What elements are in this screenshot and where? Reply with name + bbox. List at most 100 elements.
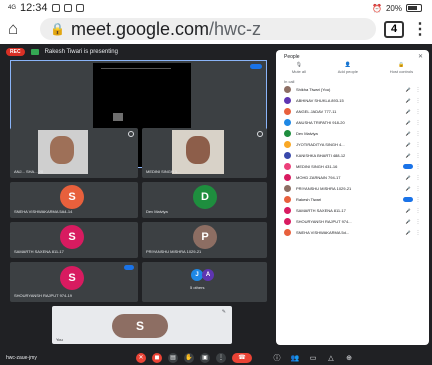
menu-icon[interactable]: ⋮ <box>412 19 428 39</box>
participant-row[interactable]: ANGEL JADAV 777-11 🎤 ⋮ <box>276 106 429 117</box>
more-options-icon[interactable]: ⋮ <box>415 208 421 214</box>
participant-name: ANGEL JADAV 777-11 <box>296 109 337 114</box>
participant-avatar <box>284 119 291 126</box>
mic-icon[interactable]: 🎤 <box>401 153 415 158</box>
add-people-button[interactable]: 👤 Add people <box>338 62 358 74</box>
mic-icon[interactable]: 🎤 <box>401 142 415 147</box>
participant-row[interactable]: SNEHA VISHWAKARMA 5d... 🎤 ⋮ <box>276 227 429 238</box>
participant-name: MEDINI SINGH 1... <box>146 169 181 174</box>
participant-row[interactable]: MEDINI SINGH 431-16 ⋮ <box>276 161 429 172</box>
participant-row[interactable]: Dev Malviya 🎤 ⋮ <box>276 128 429 139</box>
more-options-icon[interactable]: ⋮ <box>415 186 421 192</box>
self-tile[interactable]: S You ✎ <box>52 306 232 344</box>
participant-row[interactable]: JYOTIRADITYA SINGH 4... 🎤 ⋮ <box>276 139 429 150</box>
pin-icon[interactable]: ✎ <box>222 309 226 315</box>
participant-name: Rakesh Tiwari <box>296 197 322 202</box>
tab-switcher-button[interactable]: 4 <box>384 20 404 38</box>
participant-row[interactable]: Shikha Tiwari (You) 🎤 ⋮ <box>276 84 429 95</box>
more-options-icon[interactable]: ⋮ <box>415 153 421 159</box>
participant-name: PRIYANSHU MISHRA 1029-21 <box>296 186 352 191</box>
pin-icon[interactable] <box>257 131 263 137</box>
others-tile[interactable]: J A 5 others <box>142 262 267 302</box>
more-options-icon[interactable]: ⋮ <box>415 197 421 203</box>
participant-row[interactable]: ABHINAV SHUKLA 893-15 🎤 ⋮ <box>276 95 429 106</box>
participant-avatar: S <box>60 225 84 249</box>
signal-indicator: 4G <box>8 5 17 11</box>
mic-off-icon[interactable]: ✕ <box>136 352 146 363</box>
more-options-icon[interactable]: ⋮ <box>415 164 421 170</box>
participant-name: JYOTIRADITYA SINGH 4... <box>296 142 345 147</box>
mic-icon[interactable]: 🎤 <box>401 208 415 213</box>
participant-tile[interactable]: P PRIYANSHU MISHRA 1029-21 <box>142 222 267 258</box>
more-options-icon[interactable]: ⋮ <box>216 352 226 363</box>
participant-tile[interactable]: D Dev Malviya <box>142 182 267 218</box>
speaking-indicator-icon[interactable] <box>403 164 413 169</box>
participant-tile[interactable]: ANJ... SHA... 20 <box>10 128 138 178</box>
mic-icon[interactable]: 🎤 <box>401 87 415 92</box>
address-bar[interactable]: 🔒 meet.google.com/hwc-z <box>40 18 376 40</box>
participant-tile[interactable]: S SHOURYANSH RAJPUT 974-19 <box>10 262 138 302</box>
mic-icon[interactable]: 🎤 <box>401 230 415 235</box>
participant-name: MOHD ZARNAIN 794-17 <box>296 175 341 180</box>
participant-avatar <box>284 108 291 115</box>
participant-avatar <box>284 218 291 225</box>
host-controls-icon[interactable]: ⊕ <box>344 353 354 363</box>
participant-row[interactable]: Rakesh Tiwari ⋮ <box>276 194 429 205</box>
mute-all-button[interactable]: 🎙 Mute all <box>292 62 306 74</box>
camera-off-icon[interactable]: ◼ <box>152 352 162 363</box>
participant-avatar <box>284 163 291 170</box>
info-icon[interactable]: ⓘ <box>272 353 282 363</box>
participant-tile[interactable]: S SAMARTH SAXENA 811-17 <box>10 222 138 258</box>
participant-row[interactable]: MOHD ZARNAIN 794-17 🎤 ⋮ <box>276 172 429 183</box>
more-options-icon[interactable]: ⋮ <box>415 109 421 115</box>
mic-icon[interactable]: 🎤 <box>401 120 415 125</box>
participant-tile[interactable]: S SNEHA VISHWAKARMA 5a4-14 <box>10 182 138 218</box>
more-options-icon[interactable]: ⋮ <box>415 230 421 236</box>
participant-row[interactable]: SHOURYANSH RAJPUT 974... 🎤 ⋮ <box>276 216 429 227</box>
leave-call-button[interactable]: ☎ <box>232 352 252 363</box>
present-icon[interactable]: ▣ <box>200 352 210 363</box>
participant-row[interactable]: PRIYANSHU MISHRA 1029-21 🎤 ⋮ <box>276 183 429 194</box>
more-options-icon[interactable]: ⋮ <box>415 175 421 181</box>
participant-name: SAMARTH SAXENA 811-17 <box>296 208 346 213</box>
participant-avatar: D <box>193 185 217 209</box>
mic-icon[interactable]: 🎤 <box>401 219 415 224</box>
participant-name: ANUSHA TRIPATHI 918-20 <box>296 120 345 125</box>
chat-icon[interactable]: ▭ <box>308 353 318 363</box>
participant-row[interactable]: ANUSHA TRIPATHI 918-20 🎤 ⋮ <box>276 117 429 128</box>
lock-icon: 🔒 <box>398 62 405 68</box>
more-options-icon[interactable]: ⋮ <box>415 219 421 225</box>
more-options-icon[interactable]: ⋮ <box>415 98 421 104</box>
participant-avatar: P <box>193 225 217 249</box>
more-options-icon[interactable]: ⋮ <box>415 87 421 93</box>
speaking-indicator-icon[interactable] <box>403 197 413 202</box>
host-controls-button[interactable]: 🔒 Host controls <box>390 62 413 74</box>
people-icon[interactable]: 👥 <box>290 353 300 363</box>
activities-icon[interactable]: △ <box>326 353 336 363</box>
mic-icon[interactable]: 🎤 <box>401 109 415 114</box>
meeting-top-bar: REC Rakesh Tiwari is presenting <box>6 48 118 56</box>
participant-name: ABHINAV SHUKLA 893-15 <box>296 98 344 103</box>
more-options-icon[interactable]: ⋮ <box>415 142 421 148</box>
participant-row[interactable]: SAMARTH SAXENA 811-17 🎤 ⋮ <box>276 205 429 216</box>
home-icon[interactable]: ⌂ <box>8 19 32 39</box>
mic-icon[interactable]: 🎤 <box>401 175 415 180</box>
more-options-icon[interactable]: ⋮ <box>415 120 421 126</box>
participant-face <box>186 136 210 164</box>
mic-icon[interactable]: 🎤 <box>401 186 415 191</box>
participant-avatar <box>284 196 291 203</box>
participant-avatar <box>284 207 291 214</box>
self-name: You <box>56 337 63 342</box>
participant-row[interactable]: KANISHKA BHARTI 488-12 🎤 ⋮ <box>276 150 429 161</box>
participant-name: MEDINI SINGH 431-16 <box>296 164 338 169</box>
mic-icon[interactable]: 🎤 <box>401 98 415 103</box>
participant-tile[interactable]: MEDINI SINGH 1... <box>142 128 267 178</box>
captions-icon[interactable]: ▤ <box>168 352 178 363</box>
close-icon[interactable]: ✕ <box>418 53 423 60</box>
mic-icon[interactable]: 🎤 <box>401 131 415 136</box>
panel-actions: 🎙 Mute all 👤 Add people 🔒 Host controls <box>276 62 429 74</box>
more-options-icon[interactable]: ⋮ <box>415 131 421 137</box>
raise-hand-icon[interactable]: ✋ <box>184 352 194 363</box>
pin-icon[interactable] <box>128 131 134 137</box>
participant-name: Dev Malviya <box>146 209 168 214</box>
